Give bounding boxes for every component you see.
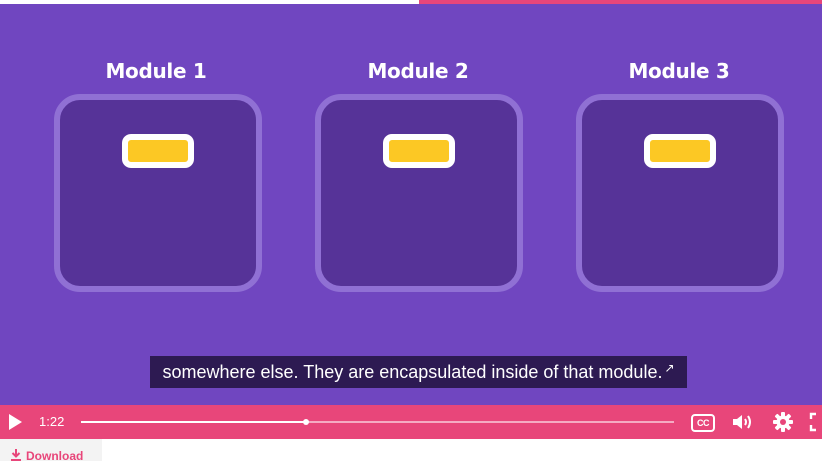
download-icon	[11, 449, 21, 461]
play-icon[interactable]	[6, 413, 24, 431]
module-2-chip	[383, 134, 455, 168]
caption-text: somewhere else. They are encapsulated in…	[162, 362, 663, 382]
video-frame[interactable]: Module 1 Module 2 Module 3 somewhere els…	[0, 4, 822, 405]
fullscreen-icon[interactable]	[809, 412, 822, 432]
current-time: 1:22	[39, 414, 65, 429]
module-3-box	[576, 94, 784, 292]
caption-arrow-icon: ↗	[664, 361, 675, 375]
player-controls: 1:22 CC	[0, 405, 822, 439]
module-3-title: Module 3	[628, 59, 730, 83]
seek-bar-handle[interactable]	[303, 419, 310, 425]
module-2-box	[315, 94, 523, 292]
subtitle-caption: somewhere else. They are encapsulated in…	[150, 356, 687, 388]
module-1-chip	[122, 134, 194, 168]
volume-icon[interactable]	[731, 412, 753, 432]
download-button[interactable]: Download	[0, 439, 102, 463]
gear-icon[interactable]	[772, 411, 794, 433]
seek-bar-fill	[81, 421, 307, 423]
module-2-title: Module 2	[367, 59, 469, 83]
module-3-chip	[644, 134, 716, 168]
module-1-box	[54, 94, 262, 292]
seek-bar[interactable]	[81, 419, 674, 425]
closed-captions-icon[interactable]: CC	[691, 414, 715, 432]
module-1-title: Module 1	[105, 59, 207, 83]
